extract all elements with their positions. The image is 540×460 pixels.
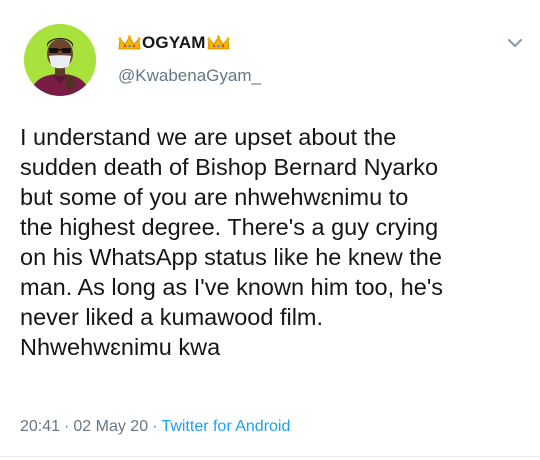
display-name-row[interactable]: OGYAM [118, 33, 230, 53]
avatar-image [24, 24, 96, 96]
crown-emoji-icon [118, 35, 141, 51]
meta-separator: · [64, 418, 70, 435]
tweet-date[interactable]: 02 May 20 [73, 418, 148, 435]
tweet-card: OGYAM @KwabenaGyam_ I understand we are … [0, 0, 540, 460]
user-handle[interactable]: @KwabenaGyam_ [118, 66, 261, 86]
meta-separator: · [152, 418, 158, 435]
chevron-down-icon[interactable] [506, 34, 524, 52]
tweet-time[interactable]: 20:41 [20, 418, 60, 435]
divider [0, 456, 540, 457]
tweet-text: I understand we are upset about the sudd… [20, 124, 444, 360]
avatar[interactable] [24, 24, 96, 96]
tweet-source-link[interactable]: Twitter for Android [161, 418, 290, 435]
crown-emoji-icon [207, 35, 230, 51]
display-name: OGYAM [142, 33, 206, 52]
tweet-meta: 20:41 · 02 May 20 · Twitter for Android [20, 418, 290, 436]
